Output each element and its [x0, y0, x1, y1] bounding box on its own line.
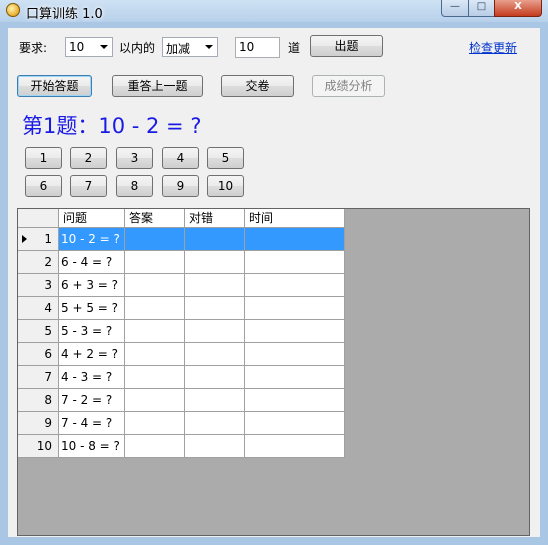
title-bar[interactable]: 口算训练 1.0 — □ X [0, 0, 548, 22]
keypad-button-10[interactable]: 10 [207, 175, 244, 197]
row-header[interactable]: 10 [18, 435, 59, 458]
time-cell[interactable] [245, 389, 345, 412]
question-text: 第1题：10 - 2 = ? [22, 114, 202, 138]
correct-cell[interactable] [185, 320, 245, 343]
count-input[interactable]: 10 [235, 37, 280, 58]
row-header[interactable]: 2 [18, 251, 59, 274]
operation-value: 加减 [166, 42, 191, 56]
row-header[interactable]: 3 [18, 274, 59, 297]
keypad-button-7[interactable]: 7 [70, 175, 107, 197]
row-header[interactable]: 5 [18, 320, 59, 343]
correct-cell[interactable] [185, 228, 245, 251]
correct-cell[interactable] [185, 366, 245, 389]
row-header[interactable]: 7 [18, 366, 59, 389]
keypad-button-6[interactable]: 6 [25, 175, 62, 197]
maximize-button[interactable]: □ [468, 0, 495, 17]
keypad-button-8[interactable]: 8 [116, 175, 153, 197]
row-number: 1 [44, 232, 52, 246]
keypad-button-3[interactable]: 3 [116, 147, 153, 169]
answer-cell[interactable] [125, 320, 185, 343]
chevron-down-icon [100, 45, 108, 49]
column-header-time[interactable]: 时间 [245, 209, 345, 228]
time-cell[interactable] [245, 435, 345, 458]
row-header[interactable]: 4 [18, 297, 59, 320]
question-cell[interactable]: 5 - 3 = ? [59, 320, 125, 343]
generate-button[interactable]: 出题 [310, 35, 383, 57]
row-header[interactable]: 8 [18, 389, 59, 412]
answer-cell[interactable] [125, 389, 185, 412]
answer-cell[interactable] [125, 228, 185, 251]
time-cell[interactable] [245, 274, 345, 297]
question-cell[interactable]: 4 - 3 = ? [59, 366, 125, 389]
correct-cell[interactable] [185, 435, 245, 458]
range-value: 10 [69, 40, 85, 54]
current-row-icon [22, 235, 27, 243]
answer-cell[interactable] [125, 251, 185, 274]
time-cell[interactable] [245, 366, 345, 389]
keypad-button-1[interactable]: 1 [25, 147, 62, 169]
question-cell[interactable]: 6 + 3 = ? [59, 274, 125, 297]
time-cell[interactable] [245, 297, 345, 320]
time-cell[interactable] [245, 251, 345, 274]
question-cell[interactable]: 10 - 8 = ? [59, 435, 125, 458]
column-header-correct[interactable]: 对错 [185, 209, 245, 228]
chevron-down-icon [205, 45, 213, 49]
count-unit-label: 道 [288, 41, 301, 55]
correct-cell[interactable] [185, 412, 245, 435]
grid-corner [18, 209, 59, 228]
client-area: 要求: 10 以内的 加减 10 道 出题 检查更新 开始答题 重答上一题 交卷… [8, 28, 540, 537]
keypad-button-2[interactable]: 2 [70, 147, 107, 169]
time-cell[interactable] [245, 320, 345, 343]
score-analysis-button: 成绩分析 [312, 75, 385, 97]
keypad-button-4[interactable]: 4 [162, 147, 199, 169]
within-label: 以内的 [119, 41, 156, 55]
question-cell[interactable]: 5 + 5 = ? [59, 297, 125, 320]
answer-cell[interactable] [125, 366, 185, 389]
correct-cell[interactable] [185, 389, 245, 412]
start-answering-button[interactable]: 开始答题 [17, 75, 92, 97]
question-cell[interactable]: 7 - 4 = ? [59, 412, 125, 435]
correct-cell[interactable] [185, 251, 245, 274]
app-window: 口算训练 1.0 — □ X 要求: 10 以内的 加减 10 道 出题 检查更… [0, 0, 548, 545]
keypad-button-5[interactable]: 5 [207, 147, 244, 169]
check-update-link[interactable]: 检查更新 [469, 39, 517, 56]
requirement-label: 要求: [19, 41, 48, 55]
time-cell[interactable] [245, 228, 345, 251]
question-grid[interactable]: 问题 答案 对错 时间 1 10 - 2 = ? 2 6 - 4 = ? 3 6… [17, 208, 530, 536]
row-header[interactable]: 1 [18, 228, 59, 251]
answer-cell[interactable] [125, 297, 185, 320]
question-cell[interactable]: 4 + 2 = ? [59, 343, 125, 366]
keypad-button-9[interactable]: 9 [162, 175, 199, 197]
correct-cell[interactable] [185, 274, 245, 297]
column-header-question[interactable]: 问题 [59, 209, 125, 228]
close-button[interactable]: X [494, 0, 542, 17]
time-cell[interactable] [245, 412, 345, 435]
row-header[interactable]: 6 [18, 343, 59, 366]
redo-previous-button[interactable]: 重答上一题 [112, 75, 203, 97]
row-header[interactable]: 9 [18, 412, 59, 435]
time-cell[interactable] [245, 343, 345, 366]
question-cell[interactable]: 6 - 4 = ? [59, 251, 125, 274]
app-icon [6, 3, 20, 17]
window-title: 口算训练 1.0 [26, 7, 103, 22]
minimize-button[interactable]: — [441, 0, 469, 17]
operation-select[interactable]: 加减 [162, 37, 218, 57]
answer-cell[interactable] [125, 343, 185, 366]
answer-cell[interactable] [125, 274, 185, 297]
answer-cell[interactable] [125, 412, 185, 435]
correct-cell[interactable] [185, 343, 245, 366]
question-cell[interactable]: 10 - 2 = ? [59, 228, 125, 251]
question-cell[interactable]: 7 - 2 = ? [59, 389, 125, 412]
submit-button[interactable]: 交卷 [221, 75, 294, 97]
column-header-answer[interactable]: 答案 [125, 209, 185, 228]
correct-cell[interactable] [185, 297, 245, 320]
answer-cell[interactable] [125, 435, 185, 458]
range-select[interactable]: 10 [65, 37, 113, 57]
